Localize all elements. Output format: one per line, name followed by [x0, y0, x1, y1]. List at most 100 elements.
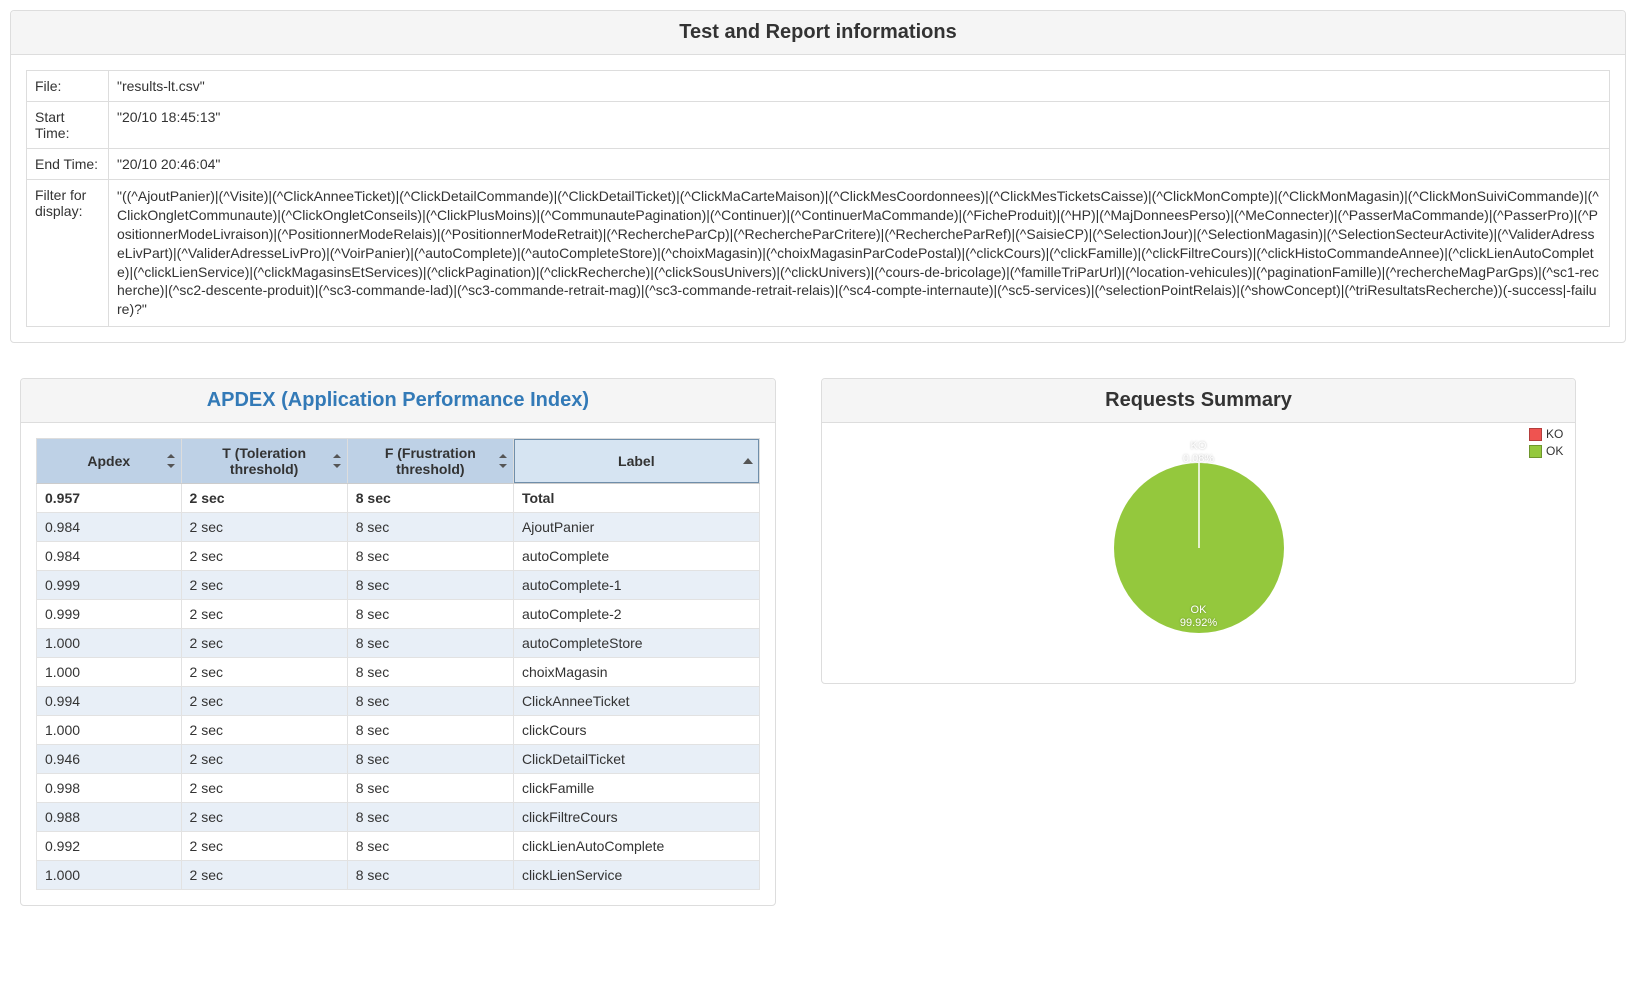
apdex-cell-f: 8 sec — [347, 832, 513, 861]
info-row: File:"results-lt.csv" — [27, 71, 1610, 102]
apdex-cell-apdex: 0.999 — [37, 571, 182, 600]
apdex-table: Apdex T (Toleration threshold) F (Frustr… — [36, 438, 760, 890]
apdex-cell-f: 8 sec — [347, 774, 513, 803]
apdex-cell-label: AjoutPanier — [513, 513, 759, 542]
apdex-cell-f: 8 sec — [347, 687, 513, 716]
apdex-cell-t: 2 sec — [181, 774, 347, 803]
apdex-row: 1.0002 sec8 secautoCompleteStore — [37, 629, 760, 658]
apdex-cell-apdex: 0.998 — [37, 774, 182, 803]
apdex-cell-t: 2 sec — [181, 571, 347, 600]
test-info-body: File:"results-lt.csv"Start Time:"20/10 1… — [11, 55, 1625, 342]
test-info-panel: Test and Report informations File:"resul… — [10, 10, 1626, 343]
summary-panel: Requests Summary KO OK — [821, 378, 1577, 684]
apdex-row: 0.9992 sec8 secautoComplete-2 — [37, 600, 760, 629]
apdex-cell-t: 2 sec — [181, 832, 347, 861]
col-t-label: T (Toleration threshold) — [222, 445, 306, 477]
apdex-cell-apdex: 1.000 — [37, 658, 182, 687]
apdex-cell-t: 2 sec — [181, 861, 347, 890]
pie-ok-name: OK — [1191, 604, 1207, 616]
col-apdex[interactable]: Apdex — [37, 439, 182, 484]
apdex-cell-apdex: 0.946 — [37, 745, 182, 774]
apdex-cell-f: 8 sec — [347, 658, 513, 687]
info-value: "20/10 20:46:04" — [109, 149, 1610, 180]
col-label[interactable]: Label — [513, 439, 759, 484]
apdex-panel: APDEX (Application Performance Index) Ap… — [20, 378, 776, 906]
apdex-cell-label: choixMagasin — [513, 658, 759, 687]
test-info-title: Test and Report informations — [11, 11, 1625, 55]
apdex-cell-f: 8 sec — [347, 803, 513, 832]
pie-label-ok: OK 99.92% — [1180, 604, 1217, 630]
apdex-cell-label: Total — [513, 484, 759, 513]
apdex-row: 0.9842 sec8 secAjoutPanier — [37, 513, 760, 542]
apdex-cell-apdex: 0.994 — [37, 687, 182, 716]
apdex-cell-f: 8 sec — [347, 484, 513, 513]
apdex-cell-f: 8 sec — [347, 542, 513, 571]
pie-ko-name: KO — [1191, 440, 1207, 452]
apdex-row: 0.9882 sec8 secclickFiltreCours — [37, 803, 760, 832]
sort-icon — [499, 454, 507, 468]
apdex-cell-t: 2 sec — [181, 484, 347, 513]
apdex-cell-apdex: 0.999 — [37, 600, 182, 629]
apdex-cell-t: 2 sec — [181, 629, 347, 658]
info-key: File: — [27, 71, 109, 102]
apdex-row: 1.0002 sec8 secclickCours — [37, 716, 760, 745]
col-apdex-label: Apdex — [87, 453, 130, 469]
apdex-cell-apdex: 0.957 — [37, 484, 182, 513]
apdex-cell-label: ClickDetailTicket — [513, 745, 759, 774]
col-label-label: Label — [618, 453, 655, 469]
apdex-cell-t: 2 sec — [181, 513, 347, 542]
apdex-row: 0.9942 sec8 secClickAnneeTicket — [37, 687, 760, 716]
apdex-cell-f: 8 sec — [347, 861, 513, 890]
summary-title: Requests Summary — [822, 379, 1576, 423]
sort-icon — [333, 454, 341, 468]
info-key: Filter for display: — [27, 180, 109, 327]
apdex-row: 1.0002 sec8 secchoixMagasin — [37, 658, 760, 687]
info-value: "((^AjoutPanier)|(^Visite)|(^ClickAnneeT… — [109, 180, 1610, 327]
info-key: Start Time: — [27, 102, 109, 149]
apdex-row: 0.9922 sec8 secclickLienAutoComplete — [37, 832, 760, 861]
apdex-cell-f: 8 sec — [347, 513, 513, 542]
apdex-cell-apdex: 0.992 — [37, 832, 182, 861]
apdex-cell-t: 2 sec — [181, 658, 347, 687]
col-t[interactable]: T (Toleration threshold) — [181, 439, 347, 484]
apdex-cell-apdex: 1.000 — [37, 861, 182, 890]
apdex-cell-f: 8 sec — [347, 600, 513, 629]
apdex-cell-label: autoComplete — [513, 542, 759, 571]
apdex-cell-f: 8 sec — [347, 571, 513, 600]
apdex-cell-apdex: 1.000 — [37, 629, 182, 658]
apdex-cell-apdex: 1.000 — [37, 716, 182, 745]
info-value: "20/10 18:45:13" — [109, 102, 1610, 149]
col-f[interactable]: F (Frustration threshold) — [347, 439, 513, 484]
apdex-cell-label: clickCours — [513, 716, 759, 745]
apdex-row: 0.9842 sec8 secautoComplete — [37, 542, 760, 571]
apdex-cell-t: 2 sec — [181, 687, 347, 716]
apdex-cell-f: 8 sec — [347, 745, 513, 774]
apdex-cell-label: clickFiltreCours — [513, 803, 759, 832]
apdex-total-row: 0.9572 sec8 secTotal — [37, 484, 760, 513]
pie-label-ko: KO 0.08% — [1183, 440, 1214, 466]
info-row: End Time:"20/10 20:46:04" — [27, 149, 1610, 180]
apdex-cell-apdex: 0.984 — [37, 542, 182, 571]
col-f-label: F (Frustration threshold) — [385, 445, 476, 477]
test-info-table: File:"results-lt.csv"Start Time:"20/10 1… — [26, 70, 1610, 327]
apdex-cell-label: clickLienAutoComplete — [513, 832, 759, 861]
apdex-cell-t: 2 sec — [181, 600, 347, 629]
info-row: Start Time:"20/10 18:45:13" — [27, 102, 1610, 149]
apdex-cell-f: 8 sec — [347, 716, 513, 745]
apdex-cell-t: 2 sec — [181, 745, 347, 774]
apdex-cell-f: 8 sec — [347, 629, 513, 658]
apdex-cell-label: clickFamille — [513, 774, 759, 803]
apdex-title: APDEX (Application Performance Index) — [21, 379, 775, 423]
apdex-cell-apdex: 0.988 — [37, 803, 182, 832]
apdex-row: 1.0002 sec8 secclickLienService — [37, 861, 760, 890]
apdex-cell-label: autoCompleteStore — [513, 629, 759, 658]
pie-chart: KO 0.08% OK 99.92% — [837, 438, 1561, 668]
apdex-cell-label: ClickAnneeTicket — [513, 687, 759, 716]
apdex-cell-label: autoComplete-1 — [513, 571, 759, 600]
apdex-row: 0.9982 sec8 secclickFamille — [37, 774, 760, 803]
apdex-row: 0.9992 sec8 secautoComplete-1 — [37, 571, 760, 600]
apdex-cell-apdex: 0.984 — [37, 513, 182, 542]
apdex-cell-t: 2 sec — [181, 803, 347, 832]
apdex-cell-t: 2 sec — [181, 716, 347, 745]
pie-ok-value: 99.92% — [1180, 617, 1217, 629]
